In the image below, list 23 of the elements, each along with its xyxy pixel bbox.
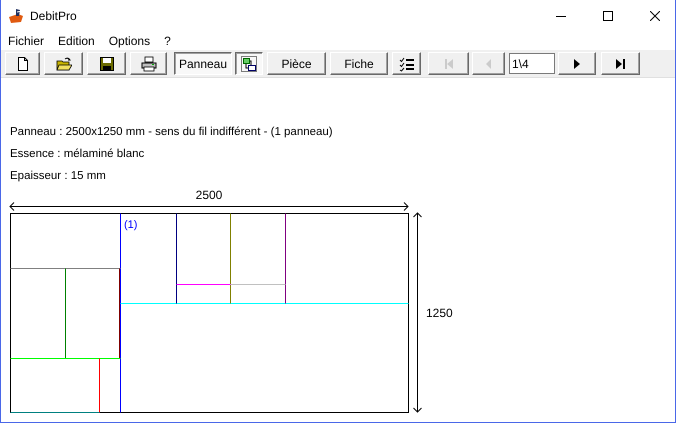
toolbar-button[interactable]: Panneau <box>174 52 232 75</box>
maximize-icon[interactable] <box>603 10 613 20</box>
menu-item[interactable]: Options <box>108 34 150 48</box>
window-title: DebitPro <box>30 8 77 22</box>
close-icon[interactable] <box>650 10 660 20</box>
panel-info-text: Essence : mélaminé blanc <box>10 147 144 162</box>
toolbar-button[interactable]: Fiche <box>330 52 388 75</box>
app-icon <box>8 8 24 24</box>
panel-info-text: Panneau : 2500x1250 mm - sens du fil indifférent - (1 panneau) <box>10 125 333 140</box>
open-folder-icon <box>56 56 72 72</box>
checklist-icon <box>398 56 414 72</box>
height-dimension-label: 1250 <box>426 306 453 320</box>
menu-item[interactable]: Fichier <box>8 34 44 48</box>
toolbar-button[interactable] <box>235 52 263 75</box>
toolbar-button[interactable]: Pièce <box>267 52 326 75</box>
menu-item[interactable]: Edition <box>58 34 95 48</box>
page-field[interactable]: 1\4 <box>509 53 555 74</box>
panel-info-text: Epaisseur : 15 mm <box>10 169 106 184</box>
layout-icon <box>241 56 257 72</box>
menu-item[interactable]: ? <box>164 34 171 48</box>
panel-number-label: (1) <box>124 219 138 231</box>
width-dimension-label: 2500 <box>196 188 222 202</box>
printer-icon <box>140 56 156 72</box>
